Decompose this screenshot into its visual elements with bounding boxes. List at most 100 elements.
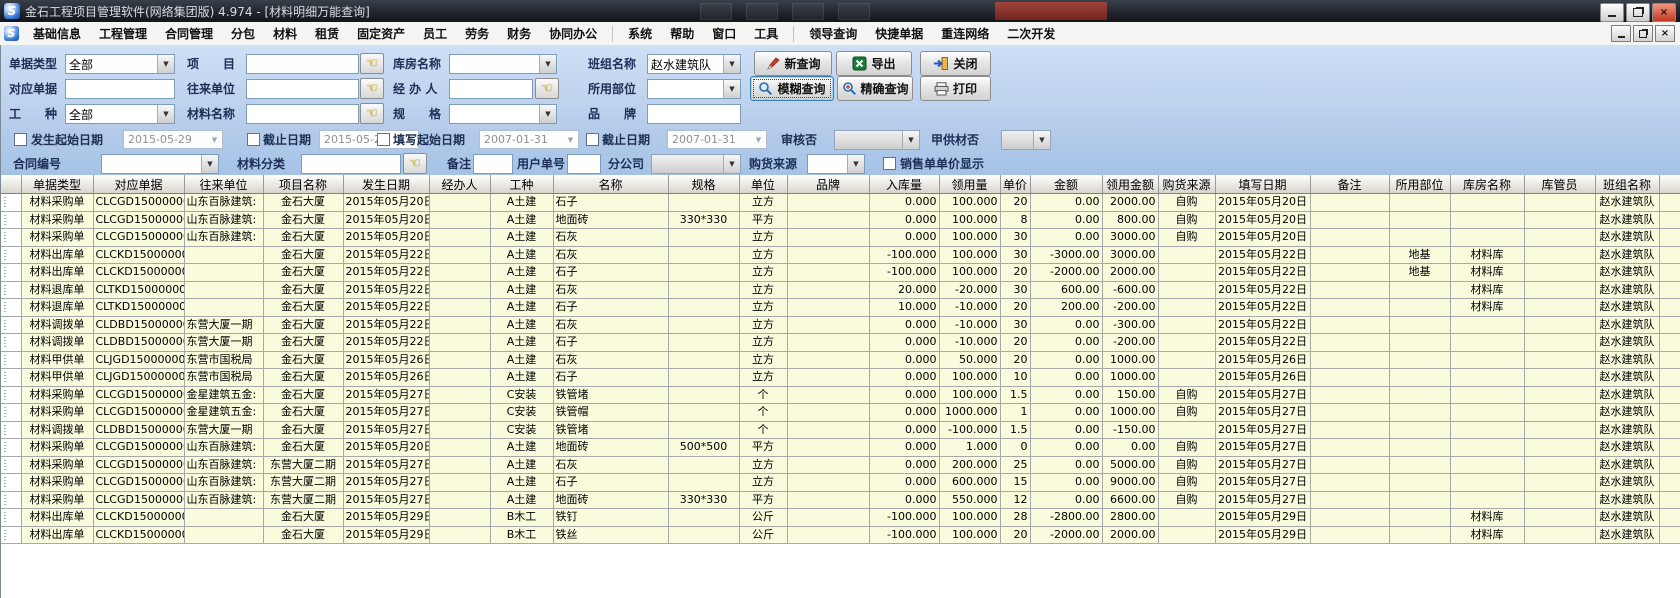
table-cell[interactable]: 金石大厦	[263, 509, 343, 527]
table-cell[interactable]: 1000.00	[1102, 369, 1158, 387]
table-cell[interactable]: 赵水建筑队	[1595, 456, 1659, 474]
row-indicator[interactable]	[1, 456, 21, 474]
table-cell[interactable]	[668, 369, 739, 387]
menu-item[interactable]: 窗口	[703, 23, 745, 45]
table-cell[interactable]	[1450, 334, 1524, 352]
table-cell[interactable]	[1659, 439, 1680, 457]
table-cell[interactable]	[1450, 229, 1524, 247]
table-cell[interactable]: A土建	[490, 334, 553, 352]
column-header[interactable]: 经办人	[429, 175, 490, 194]
table-cell[interactable]: 2015年05月22日	[343, 281, 429, 299]
table-cell[interactable]: 2015年05月22日	[1215, 316, 1310, 334]
table-cell[interactable]: -100.000	[869, 246, 939, 264]
table-cell[interactable]	[429, 526, 490, 544]
mdi-restore-button[interactable]	[1633, 25, 1653, 42]
table-cell[interactable]: 个	[739, 421, 787, 439]
table-cell[interactable]	[1310, 299, 1389, 317]
table-cell[interactable]	[1659, 316, 1680, 334]
table-cell[interactable]	[1389, 299, 1450, 317]
column-header[interactable]: 入库量	[869, 175, 939, 194]
table-cell[interactable]: CLCKD150000001	[93, 264, 184, 282]
team-combo[interactable]: 赵水建筑队▼	[647, 54, 741, 74]
column-header[interactable]: 领用量	[939, 175, 1000, 194]
table-cell[interactable]	[1158, 334, 1215, 352]
table-cell[interactable]	[1659, 299, 1680, 317]
table-cell[interactable]	[429, 194, 490, 212]
exact-query-button[interactable]: 精确查询	[837, 76, 913, 101]
table-cell[interactable]	[1659, 194, 1680, 212]
table-cell[interactable]: 30	[1000, 229, 1030, 247]
table-cell[interactable]: 材料采购单	[21, 194, 93, 212]
table-cell[interactable]	[1158, 299, 1215, 317]
table-cell[interactable]: 150.00	[1102, 386, 1158, 404]
table-cell[interactable]: 800.00	[1102, 211, 1158, 229]
table-cell[interactable]	[1389, 281, 1450, 299]
remark-input[interactable]	[473, 154, 513, 174]
chevron-down-icon[interactable]: ▼	[201, 155, 218, 173]
table-cell[interactable]: 0.000	[869, 369, 939, 387]
table-cell[interactable]	[668, 194, 739, 212]
table-cell[interactable]: 2015年05月26日	[343, 351, 429, 369]
row-indicator[interactable]	[1, 299, 21, 317]
table-cell[interactable]: 20	[1000, 264, 1030, 282]
table-cell[interactable]: 赵水建筑队	[1595, 474, 1659, 492]
table-cell[interactable]: 200.00	[1030, 299, 1102, 317]
table-cell[interactable]: A土建	[490, 194, 553, 212]
column-header[interactable]: 领用金额	[1102, 175, 1158, 194]
table-cell[interactable]	[1310, 229, 1389, 247]
table-cell[interactable]	[1524, 334, 1595, 352]
table-cell[interactable]	[1389, 229, 1450, 247]
chevron-down-icon[interactable]: ▼	[157, 105, 174, 123]
row-indicator[interactable]	[1, 229, 21, 247]
contract-no-combo[interactable]: ▼	[101, 154, 219, 174]
chevron-down-icon[interactable]: ▼	[157, 55, 174, 73]
table-cell[interactable]	[1310, 264, 1389, 282]
table-cell[interactable]: 金石大厦	[263, 439, 343, 457]
column-header[interactable]: 班组名称	[1595, 175, 1659, 194]
table-cell[interactable]: -10.000	[939, 299, 1000, 317]
table-cell[interactable]: 金石大厦	[263, 316, 343, 334]
table-cell[interactable]: CLCGD150000001	[93, 229, 184, 247]
table-cell[interactable]: CLCKD150000002	[93, 509, 184, 527]
table-cell[interactable]: 100.000	[939, 229, 1000, 247]
table-cell[interactable]: 赵水建筑队	[1595, 404, 1659, 422]
table-row[interactable]: 材料调拨单CLDBD150000001东营大厦一期金石大厦2015年05月22日…	[1, 334, 1680, 352]
table-cell[interactable]: A土建	[490, 351, 553, 369]
table-cell[interactable]: 0.00	[1030, 334, 1102, 352]
table-cell[interactable]	[1524, 264, 1595, 282]
material-category-input[interactable]	[301, 154, 401, 174]
table-cell[interactable]: 赵水建筑队	[1595, 229, 1659, 247]
user-bill-no-input[interactable]	[567, 154, 601, 174]
table-cell[interactable]	[1450, 211, 1524, 229]
table-cell[interactable]: 铁钉	[553, 509, 668, 527]
table-cell[interactable]	[1524, 439, 1595, 457]
owner-supplied-combo[interactable]: ▼	[1001, 130, 1051, 150]
table-cell[interactable]: 石灰	[553, 281, 668, 299]
branch-combo[interactable]: ▼	[651, 154, 741, 174]
table-cell[interactable]: 赵水建筑队	[1595, 316, 1659, 334]
table-cell[interactable]: 东营市国税局	[184, 351, 263, 369]
table-cell[interactable]: CLJGD150000001	[93, 369, 184, 387]
table-cell[interactable]: A土建	[490, 369, 553, 387]
table-cell[interactable]: 金石大厦	[263, 229, 343, 247]
table-cell[interactable]: 100.000	[939, 509, 1000, 527]
table-cell[interactable]: 30	[1000, 281, 1030, 299]
table-cell[interactable]: -300.00	[1102, 316, 1158, 334]
table-cell[interactable]: 立方	[739, 334, 787, 352]
menu-item[interactable]: 领导查询	[800, 23, 866, 45]
table-cell[interactable]	[668, 264, 739, 282]
table-cell[interactable]	[1158, 351, 1215, 369]
table-cell[interactable]: 200.000	[939, 456, 1000, 474]
table-cell[interactable]	[668, 474, 739, 492]
column-header[interactable]: 备注	[1310, 175, 1389, 194]
table-cell[interactable]	[1389, 456, 1450, 474]
table-cell[interactable]: 材料采购单	[21, 404, 93, 422]
table-cell[interactable]	[1310, 509, 1389, 527]
table-row[interactable]: 材料退库单CLTKD150000001金石大厦2015年05月22日A土建石灰立…	[1, 281, 1680, 299]
table-cell[interactable]: 东营大厦二期	[263, 491, 343, 509]
table-cell[interactable]	[1524, 386, 1595, 404]
table-row[interactable]: 材料采购单CLCGD150000002金星建筑五金:金石大厦2015年05月27…	[1, 386, 1680, 404]
table-cell[interactable]	[1389, 474, 1450, 492]
table-row[interactable]: 材料调拨单CLDBD150000001东营大厦一期金石大厦2015年05月22日…	[1, 316, 1680, 334]
table-cell[interactable]: 自购	[1158, 194, 1215, 212]
